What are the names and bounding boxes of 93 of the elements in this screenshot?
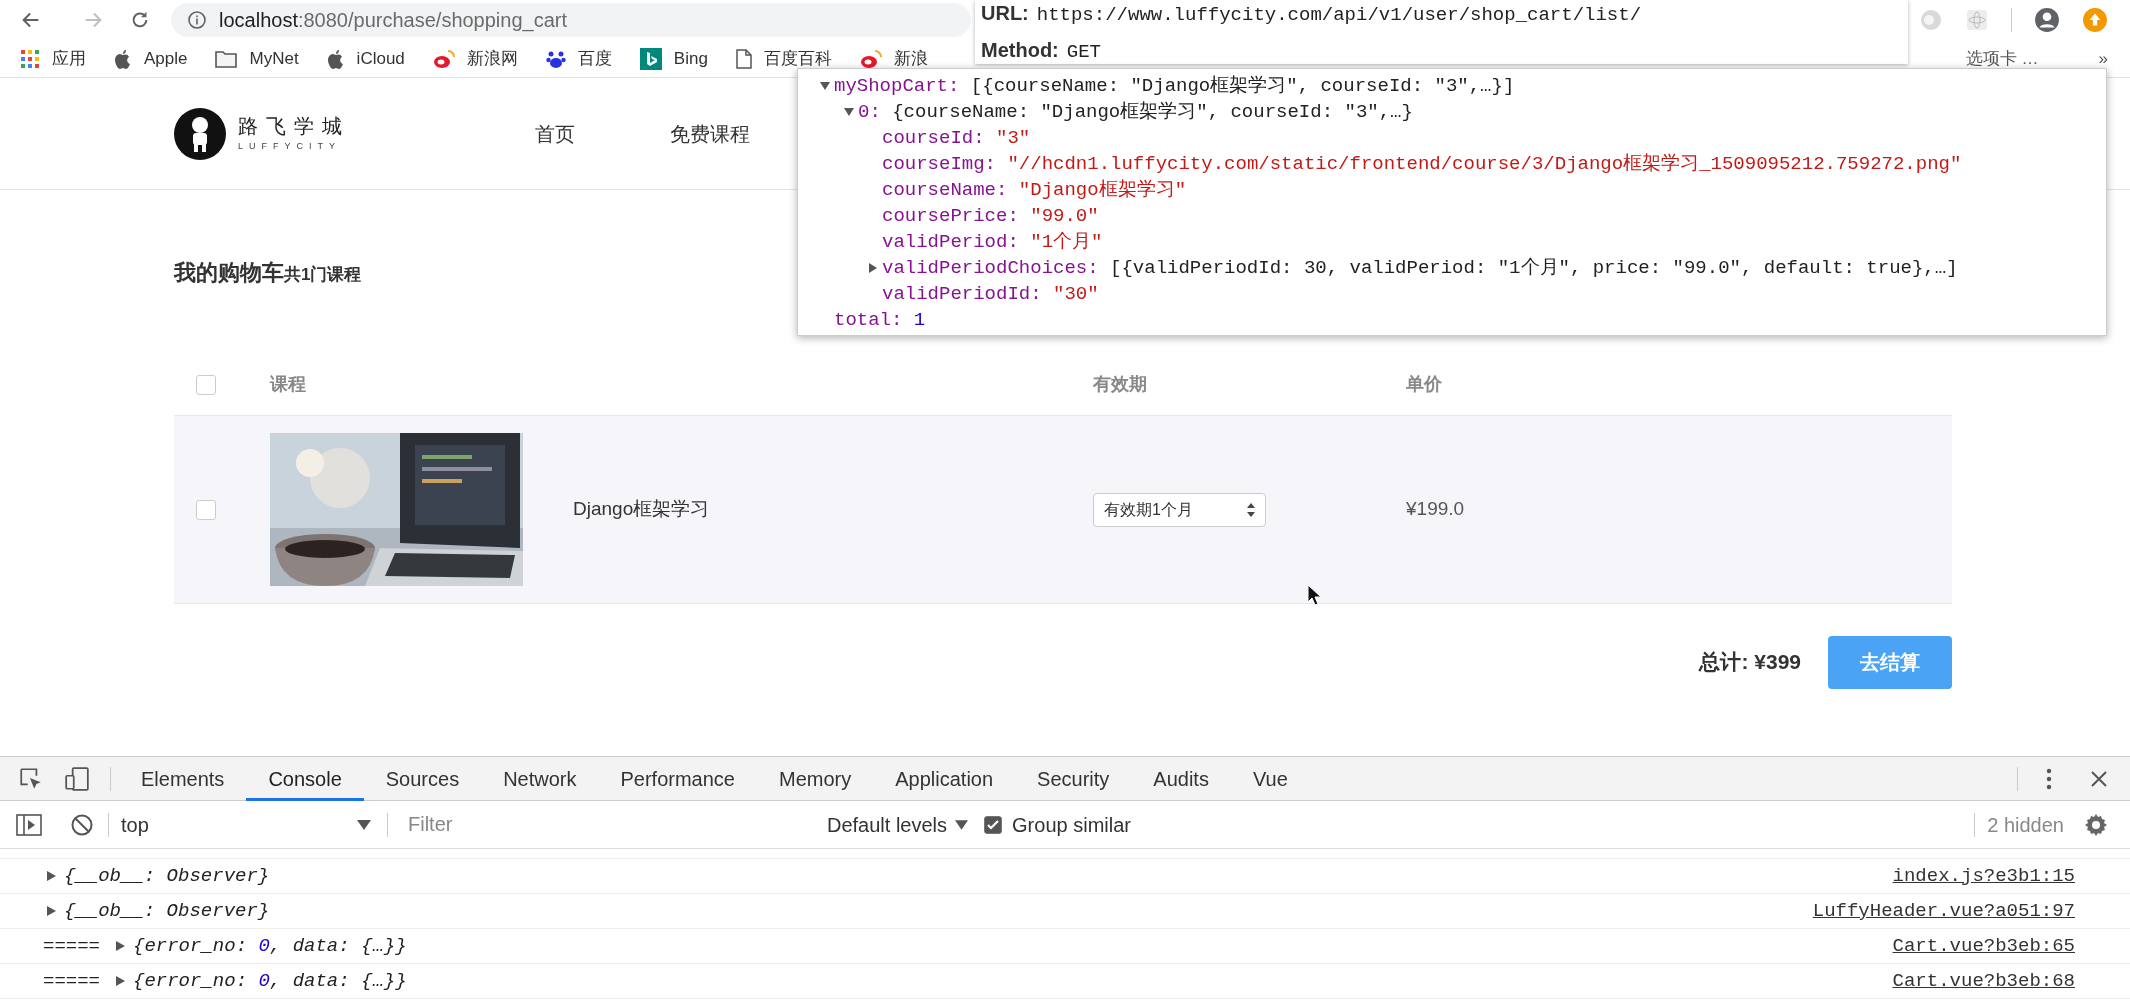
console-message: {__ob__: Observer} [64,898,270,924]
page-icon [735,48,752,69]
bookmark-overflow-label[interactable]: 选项卡 … [1965,45,2039,72]
json-entry: 0: {courseName: "Django框架学习", courseId: "3",…} [858,99,1413,125]
devtools-tab[interactable]: Security [1015,756,1132,801]
logo-title: 路飞学城 [238,116,350,136]
nav-link[interactable]: 首页 [535,118,575,149]
devtools-tab[interactable]: Console [246,756,364,801]
devtools-tab[interactable]: Memory [757,756,874,801]
console-message: {error_no: 0, data: {…}} [133,933,407,959]
column-header: 有效期 [1093,374,1147,394]
more-options-icon[interactable] [2046,767,2052,790]
logo-icon [174,107,226,160]
url-text: localhost:8080/purchase/shopping_cart [219,8,568,34]
bookmark-link[interactable]: 新浪网 [466,45,518,72]
devtools-tab[interactable]: Audits [1131,756,1231,801]
device-toggle-icon[interactable] [64,765,90,792]
bookmark-link[interactable]: 新浪 [893,45,928,72]
unit-price: ¥199.0 [1406,498,1465,520]
caret-icon [955,819,969,830]
console-message: {error_no: 0, data: {…}} [133,968,407,994]
hidden-count: 2 hidden [1987,812,2064,838]
expand-arrow-icon[interactable] [868,263,878,273]
group-similar-label[interactable]: Group similar [1012,809,1131,840]
json-entry: total: 1 [834,307,926,333]
json-entry: validPeriodId: "30" [882,281,1099,307]
bookmark-link[interactable]: iCloud [356,45,405,72]
cart-title: 我的购物车 [174,259,284,287]
devtools-tab[interactable]: Network [481,756,599,801]
context-selector[interactable]: top [121,809,371,840]
course-count: 共1门课程 [284,264,362,286]
apple-icon [114,48,132,69]
period-select[interactable]: 有效期1个月 [1093,492,1266,527]
expand-arrow-icon[interactable] [47,871,56,881]
course-name: Django框架学习 [573,497,710,522]
apps-grid-icon [20,48,40,69]
source-link[interactable]: LuffyHeader.vue?a051:97 [1812,896,2075,926]
devtools-tab[interactable]: Performance [598,756,757,801]
source-link[interactable]: Cart.vue?b3eb:68 [1892,966,2075,996]
log-prefix: ===== [43,933,100,959]
column-header: 单价 [1406,374,1442,394]
caret-icon [357,819,371,830]
json-entry: courseImg: "//hcdn1.luffycity.com/static/frontend/course/3/Django框架学习_1509095212.759272.png" [882,151,1962,177]
source-link[interactable]: index.js?e3b1:15 [1892,861,2075,891]
method-label: Method: [981,38,1059,63]
json-entry: myShopCart: [{courseName: "Django框架学习", courseId: "3",…}] [834,73,1515,99]
bookmark-link[interactable]: 百度百科 [763,45,832,72]
console-message: {__ob__: Observer} [64,863,270,889]
address-bar[interactable]: localhost:8080/purchase/shopping_cart [171,3,971,37]
source-link[interactable]: Cart.vue?b3eb:65 [1892,931,2075,961]
bookmark-link[interactable]: MyNet [249,45,299,72]
checkbox[interactable] [196,374,216,395]
url-label: URL: [981,0,1029,26]
bookmark-link[interactable]: Apple [144,45,188,72]
json-entry: validPeriodChoices: [{validPeriodId: 30, validPeriod: "1个月", price: "99.0", default: true},…] [882,255,1958,281]
log-levels-dropdown[interactable]: Default levels [827,809,969,840]
request-url: https://www.luffycity.com/api/v1/user/shop_cart/list/ [1036,2,1642,28]
json-entry: courseId: "3" [882,125,1031,151]
expand-arrow-icon[interactable] [116,941,125,951]
group-similar-checkbox[interactable] [984,815,1003,834]
log-prefix: ===== [43,968,100,994]
devtools-tab[interactable]: Elements [119,756,247,801]
bookmark-link[interactable]: 应用 [52,45,86,72]
account-icon[interactable] [2034,7,2060,33]
request-method: GET [1066,40,1101,65]
close-icon[interactable] [2090,769,2108,788]
column-header: 课程 [270,374,306,394]
more-bookmarks-button[interactable]: » [2098,45,2108,72]
devtools-tab[interactable]: Application [873,756,1016,801]
total-price: 总计: ¥399 [1699,649,1801,676]
devtools-tab[interactable]: Sources [363,756,482,801]
clear-console-icon[interactable] [70,812,94,837]
settings-icon[interactable] [2084,812,2108,837]
select-arrows-icon [1247,502,1255,517]
bing-icon [639,47,662,70]
logo-subtitle: LUFFYCITY [238,142,342,151]
json-entry: coursePrice: "99.0" [882,203,1099,229]
json-entry: courseName: "Django框架学习" [882,177,1187,203]
collapse-arrow-icon[interactable] [820,81,830,91]
devtools-tab[interactable]: Vue [1230,756,1310,801]
checkbox[interactable] [196,499,216,520]
apple-icon [326,48,345,69]
json-entry: validPeriod: "1个月" [882,229,1103,255]
expand-arrow-icon[interactable] [116,976,125,986]
nav-link[interactable]: 免费课程 [670,118,750,149]
info-icon[interactable] [187,10,207,30]
weibo-icon [432,48,455,69]
bookmark-link[interactable]: Bing [673,45,708,72]
expand-arrow-icon[interactable] [47,906,56,916]
sidebar-toggle-icon[interactable] [16,813,42,836]
collapse-arrow-icon[interactable] [844,107,854,117]
bookmark-link[interactable]: 百度 [577,45,612,72]
folder-icon [215,49,238,68]
